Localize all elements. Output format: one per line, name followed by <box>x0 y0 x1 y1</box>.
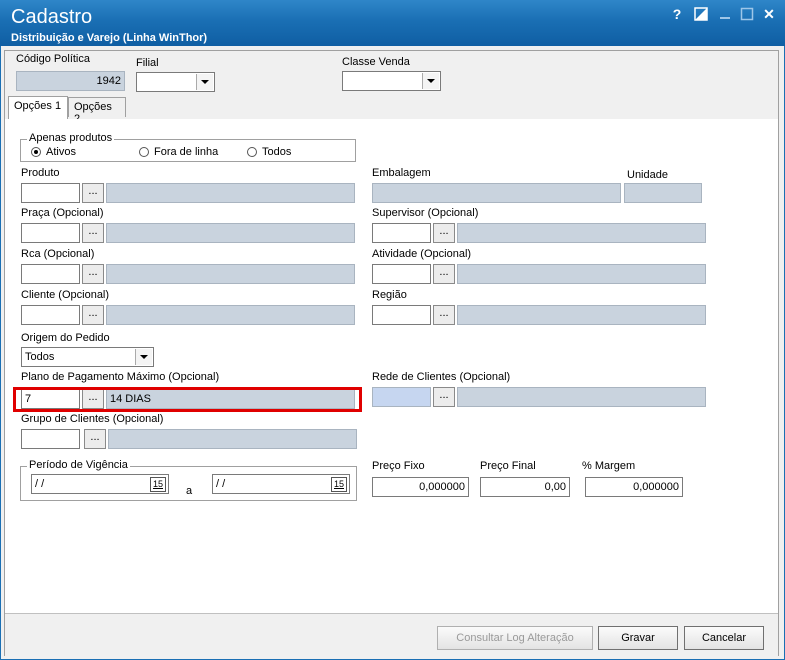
regiao-label: Região <box>372 289 407 301</box>
filial-label: Filial <box>136 57 159 69</box>
tab-strip: Opções 1 Opções 2 <box>5 96 778 125</box>
regiao-desc <box>457 305 706 325</box>
cliente-lookup-button[interactable]: ... <box>82 305 104 325</box>
window-title: Cadastro <box>11 6 93 28</box>
rede-clientes-input[interactable] <box>372 387 431 407</box>
data-fim-input[interactable]: / / <box>212 474 350 494</box>
radio-fora-de-linha-label: Fora de linha <box>154 146 219 158</box>
radio-todos[interactable] <box>247 147 257 157</box>
data-inicio-value: / / <box>35 478 45 490</box>
praca-desc <box>106 223 355 243</box>
praca-label: Praça (Opcional) <box>21 207 104 219</box>
cliente-input[interactable] <box>21 305 80 325</box>
supervisor-label: Supervisor (Opcional) <box>372 207 479 219</box>
chevron-down-icon[interactable] <box>422 73 439 89</box>
unidade-label: Unidade <box>627 169 668 181</box>
cancelar-button[interactable]: Cancelar <box>684 626 764 650</box>
rede-clientes-label: Rede de Clientes (Opcional) <box>372 371 511 383</box>
periodo-separator: a <box>186 485 193 497</box>
origem-pedido-label: Origem do Pedido <box>21 332 110 344</box>
preco-fixo-label: Preço Fixo <box>372 460 425 472</box>
highlight-box <box>13 387 362 412</box>
calendar-icon[interactable]: 15 <box>150 477 166 492</box>
unidade-field <box>624 183 702 203</box>
periodo-vigencia-label: Período de Vigência <box>27 459 130 471</box>
filial-select[interactable] <box>136 72 215 92</box>
cliente-label: Cliente (Opcional) <box>21 289 110 301</box>
praca-input[interactable] <box>21 223 80 243</box>
tab-opcoes-2[interactable]: Opções 2 <box>68 97 126 125</box>
codigo-politica-label: Código Política <box>16 53 90 65</box>
supervisor-desc <box>457 223 706 243</box>
preco-final-input[interactable]: 0,00 <box>480 477 570 497</box>
apenas-produtos-label: Apenas produtos <box>27 132 115 144</box>
classe-venda-select[interactable] <box>342 71 441 91</box>
data-fim-value: / / <box>216 478 226 490</box>
radio-ativos-label: Ativos <box>46 146 76 158</box>
close-button[interactable]: ✕ <box>762 7 776 21</box>
preco-final-label: Preço Final <box>480 460 536 472</box>
window-subtitle: Distribuição e Varejo (Linha WinThor) <box>11 32 208 44</box>
produto-label: Produto <box>21 167 60 179</box>
produto-lookup-button[interactable]: ... <box>82 183 104 203</box>
regiao-input[interactable] <box>372 305 431 325</box>
restore-icon[interactable] <box>694 7 708 21</box>
classe-venda-label: Classe Venda <box>342 56 410 68</box>
margem-label: % Margem <box>582 460 636 472</box>
atividade-desc <box>457 264 706 284</box>
rede-clientes-desc <box>457 387 706 407</box>
chevron-down-icon[interactable] <box>196 74 213 90</box>
rede-clientes-lookup-button[interactable]: ... <box>433 387 455 407</box>
calendar-icon[interactable]: 15 <box>331 477 347 492</box>
rca-label: Rca (Opcional) <box>21 248 95 260</box>
rca-desc <box>106 264 355 284</box>
grupo-clientes-label: Grupo de Clientes (Opcional) <box>21 413 164 425</box>
margem-input[interactable]: 0,000000 <box>585 477 683 497</box>
cliente-desc <box>106 305 355 325</box>
minimize-icon[interactable] <box>718 7 732 21</box>
atividade-lookup-button[interactable]: ... <box>433 264 455 284</box>
origem-pedido-value: Todos <box>25 351 55 363</box>
supervisor-input[interactable] <box>372 223 431 243</box>
atividade-input[interactable] <box>372 264 431 284</box>
grupo-clientes-input[interactable] <box>21 429 80 449</box>
supervisor-lookup-button[interactable]: ... <box>433 223 455 243</box>
data-inicio-input[interactable]: / / <box>31 474 169 494</box>
gravar-button[interactable]: Gravar <box>598 626 678 650</box>
atividade-label: Atividade (Opcional) <box>372 248 472 260</box>
chevron-down-icon[interactable] <box>135 349 152 365</box>
radio-ativos[interactable] <box>31 147 41 157</box>
consultar-log-button[interactable]: Consultar Log Alteração <box>437 626 593 650</box>
embalagem-field <box>372 183 621 203</box>
preco-fixo-input[interactable]: 0,000000 <box>372 477 469 497</box>
grupo-clientes-lookup-button[interactable]: ... <box>84 429 106 449</box>
produto-desc <box>106 183 355 203</box>
grupo-clientes-desc <box>108 429 357 449</box>
regiao-lookup-button[interactable]: ... <box>433 305 455 325</box>
produto-input[interactable] <box>21 183 80 203</box>
tab-opcoes-1[interactable]: Opções 1 <box>8 96 68 119</box>
rca-lookup-button[interactable]: ... <box>82 264 104 284</box>
praca-lookup-button[interactable]: ... <box>82 223 104 243</box>
plano-pagamento-label: Plano de Pagamento Máximo (Opcional) <box>21 371 220 383</box>
rca-input[interactable] <box>21 264 80 284</box>
radio-fora-de-linha[interactable] <box>139 147 149 157</box>
radio-todos-label: Todos <box>262 146 292 158</box>
embalagem-label: Embalagem <box>372 167 431 179</box>
codigo-politica-field: 1942 <box>16 71 125 91</box>
origem-pedido-select[interactable]: Todos <box>21 347 154 367</box>
maximize-icon[interactable] <box>740 7 754 21</box>
help-button[interactable]: ? <box>670 7 684 21</box>
